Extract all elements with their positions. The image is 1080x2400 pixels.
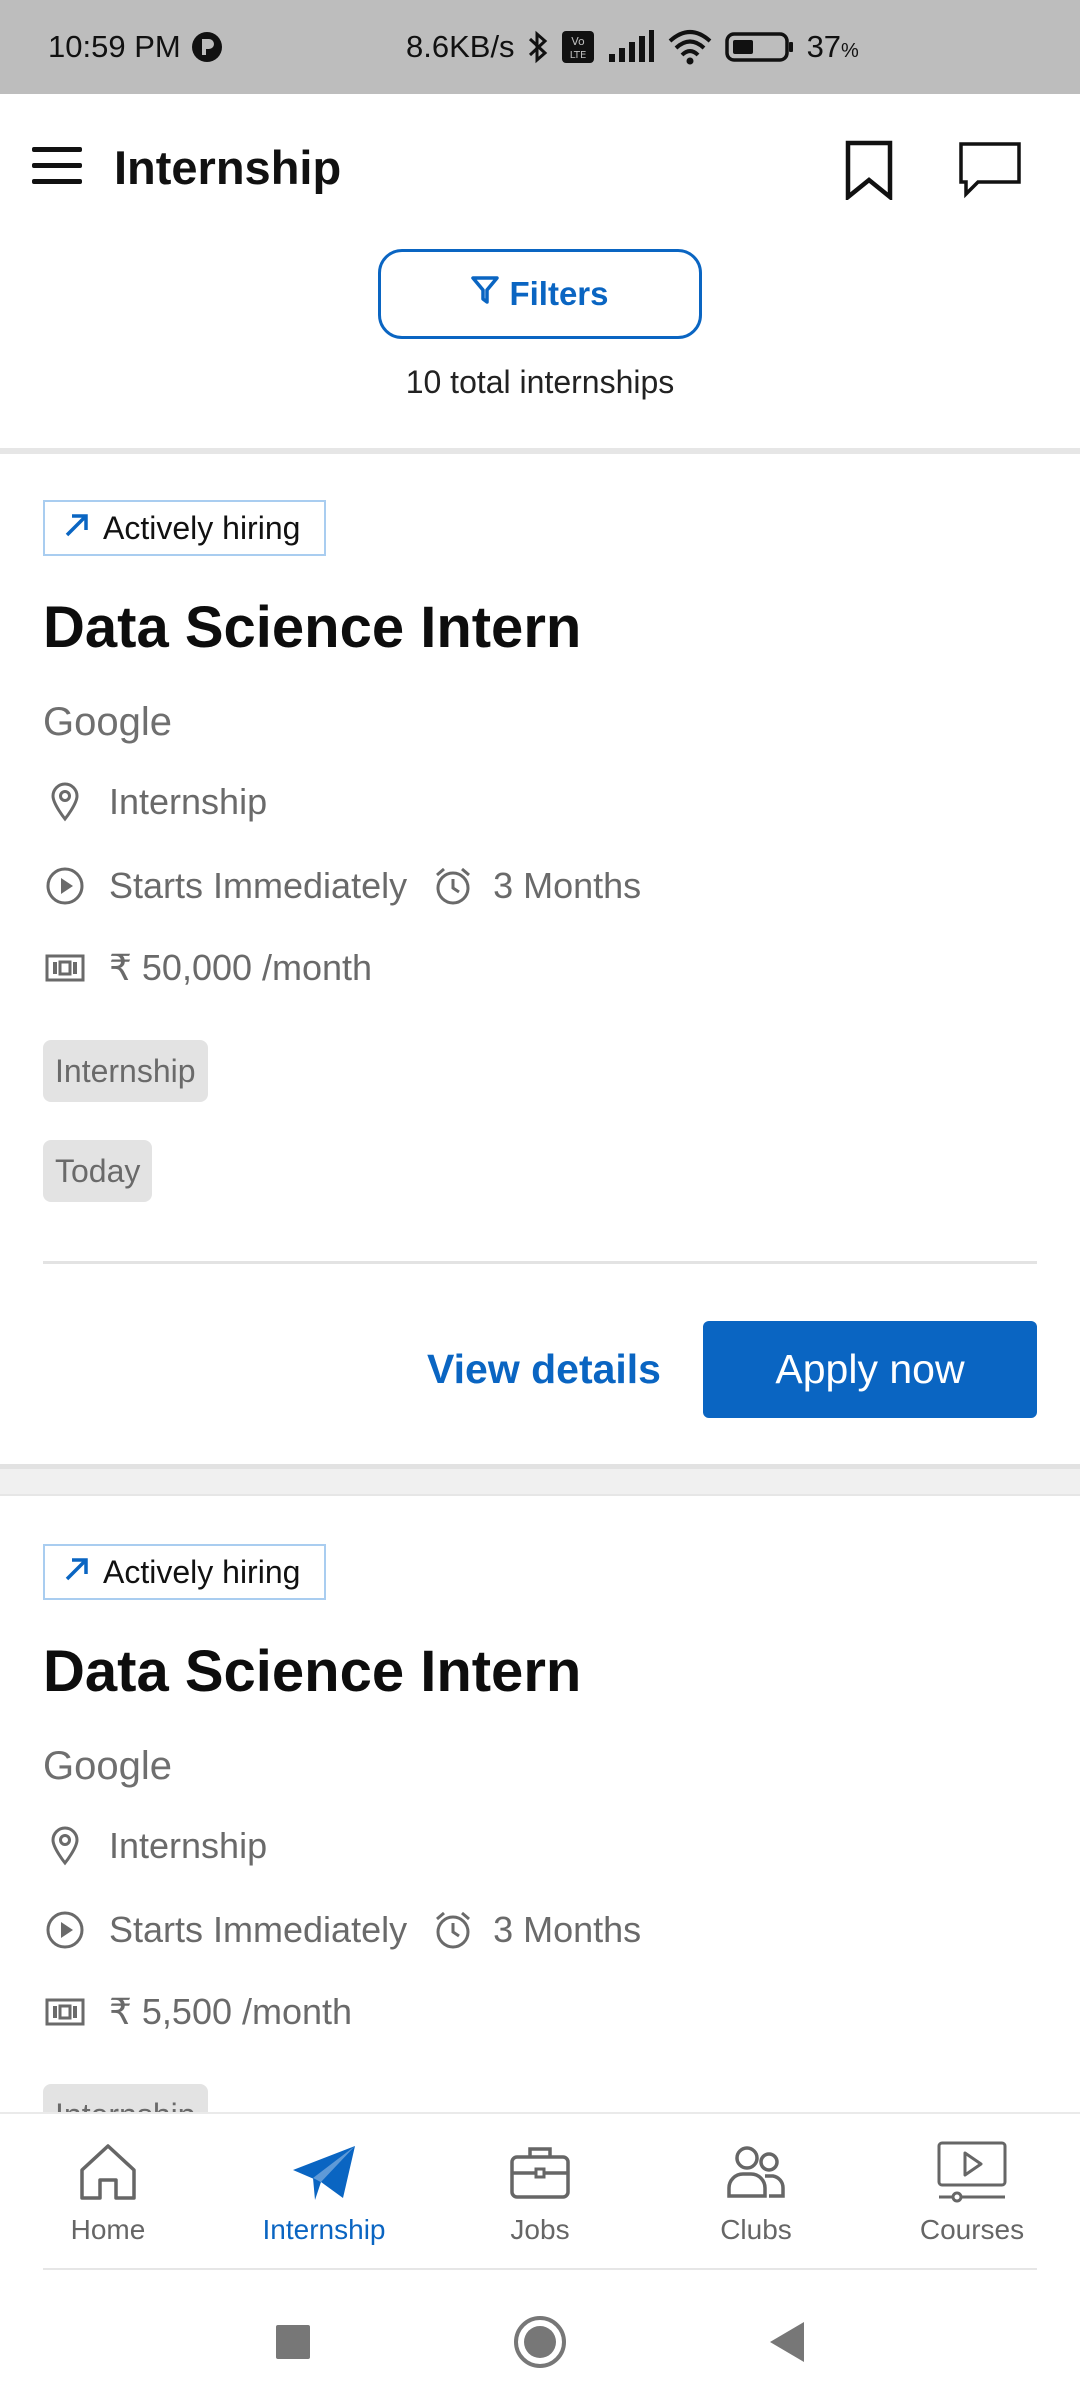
filter-icon — [471, 275, 500, 313]
internship-card[interactable]: Actively hiring Data Science Intern Goog… — [0, 1496, 1080, 2112]
money-icon — [43, 1990, 87, 2034]
nav-item-home[interactable]: Home — [0, 2114, 216, 2272]
filters-label: Filters — [509, 275, 609, 312]
internship-card[interactable]: Actively hiring Data Science Intern Goog… — [0, 454, 1080, 1464]
status-time: 10:59 PM — [48, 29, 181, 64]
badge-label: Actively hiring — [103, 509, 301, 546]
view-details-button[interactable]: View details — [426, 1321, 662, 1417]
stipend-row: ₹ 50,000 /month — [43, 946, 372, 990]
total-internships-count: 10 total internships — [405, 364, 675, 400]
bookmark-icon[interactable] — [842, 140, 898, 202]
volte-icon: Vo LTE — [561, 30, 595, 64]
trending-arrow-icon — [63, 1554, 91, 1591]
stipend-text: ₹ 5,500 /month — [109, 1991, 353, 2032]
nav-label-courses: Courses — [919, 2214, 1025, 2245]
play-screen-icon — [936, 2136, 1008, 2208]
actively-hiring-badge: Actively hiring — [43, 500, 326, 556]
page-title: Internship — [114, 141, 342, 194]
system-navigation-bar — [0, 2272, 1080, 2400]
location-pin-icon — [43, 1824, 87, 1868]
svg-text:LTE: LTE — [569, 50, 586, 61]
stipend-row: ₹ 5,500 /month — [43, 1990, 352, 2034]
menu-icon[interactable] — [30, 144, 86, 188]
nav-item-courses[interactable]: Courses — [864, 2114, 1080, 2272]
app-bar: Internship — [0, 94, 1080, 254]
tag-internship: Internship — [43, 1040, 208, 1102]
briefcase-icon — [504, 2136, 576, 2208]
people-icon — [720, 2136, 792, 2208]
trending-arrow-icon — [63, 510, 91, 547]
signal-icon — [607, 30, 655, 64]
nav-label-clubs: Clubs — [720, 2214, 792, 2245]
status-bar: 10:59 PM 8.6KB/s Vo LTE 37% — [0, 0, 1080, 94]
alarm-clock-icon — [431, 1908, 475, 1952]
location-row: Internship — [43, 780, 267, 824]
tag-posted-date: Today — [43, 1140, 153, 1202]
nav-label-home: Home — [70, 2214, 146, 2245]
duration-text: 3 Months — [493, 865, 642, 906]
job-title[interactable]: Data Science Intern — [43, 594, 581, 661]
start-text: Starts Immediately — [109, 865, 408, 906]
play-circle-icon — [43, 864, 87, 908]
start-duration-row: Starts Immediately 3 Months — [43, 1908, 641, 1952]
svg-text:Vo: Vo — [571, 35, 585, 48]
status-left: 10:59 PM — [48, 29, 223, 65]
play-circle-icon — [43, 1908, 87, 1952]
chat-icon[interactable] — [958, 140, 1022, 200]
back-triangle-icon[interactable] — [756, 2312, 816, 2372]
app-notification-icon — [191, 31, 223, 63]
stipend-text: ₹ 50,000 /month — [109, 947, 373, 988]
card-divider — [43, 1261, 1037, 1264]
nav-item-internship[interactable]: Internship — [216, 2114, 432, 2272]
card-separator — [0, 1464, 1080, 1496]
duration-text: 3 Months — [493, 1909, 642, 1950]
status-net-speed: 8.6KB/s — [406, 29, 515, 64]
money-icon — [43, 946, 87, 990]
battery-value: 37 — [806, 29, 842, 64]
nav-bottom-line — [43, 2268, 1037, 2270]
bluetooth-icon — [527, 29, 549, 65]
tag-internship: Internship — [43, 2084, 208, 2112]
battery-unit: % — [841, 40, 859, 62]
location-pin-icon — [43, 780, 87, 824]
filters-button[interactable]: Filters — [378, 249, 702, 339]
battery-icon — [724, 30, 795, 64]
battery-level: 37% — [807, 29, 859, 65]
badge-label: Actively hiring — [103, 1553, 301, 1590]
nav-item-jobs[interactable]: Jobs — [432, 2114, 648, 2272]
status-right: 8.6KB/s Vo LTE 37% — [406, 0, 859, 94]
start-text: Starts Immediately — [109, 1909, 408, 1950]
company-name: Google — [43, 700, 172, 744]
apply-now-button[interactable]: Apply now — [703, 1321, 1037, 1418]
location-text: Internship — [109, 1825, 268, 1866]
alarm-clock-icon — [431, 864, 475, 908]
recent-apps-icon[interactable] — [263, 2312, 323, 2372]
start-duration-row: Starts Immediately 3 Months — [43, 864, 641, 908]
company-name: Google — [43, 1744, 172, 1788]
location-text: Internship — [109, 781, 268, 822]
location-row: Internship — [43, 1824, 267, 1868]
paper-plane-icon — [288, 2136, 360, 2208]
home-circle-icon[interactable] — [510, 2312, 570, 2372]
nav-label-internship: Internship — [262, 2214, 386, 2245]
job-title[interactable]: Data Science Intern — [43, 1638, 581, 1705]
actively-hiring-badge: Actively hiring — [43, 1544, 326, 1600]
nav-item-clubs[interactable]: Clubs — [648, 2114, 864, 2272]
bottom-navigation: Home Internship Jobs Clubs Courses — [0, 2112, 1080, 2272]
wifi-icon — [667, 29, 713, 65]
home-icon — [72, 2136, 144, 2208]
nav-label-jobs: Jobs — [510, 2214, 570, 2245]
